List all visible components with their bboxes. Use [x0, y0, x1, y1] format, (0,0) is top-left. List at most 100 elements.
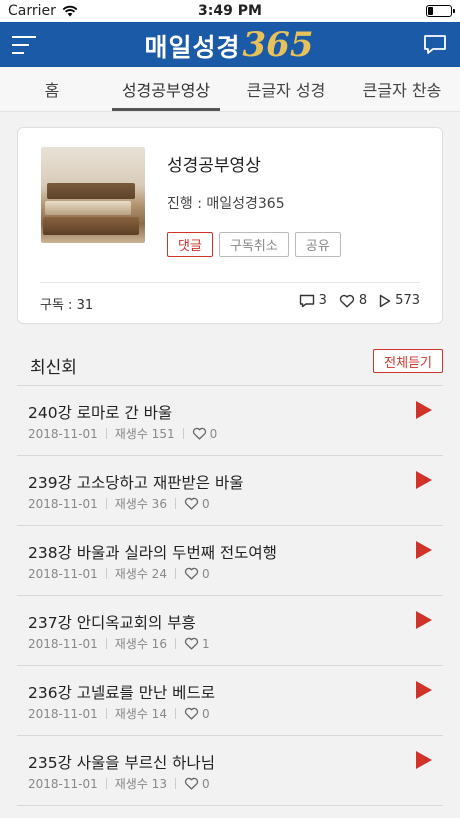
episode-likes: 0: [192, 426, 218, 441]
episode-row[interactable]: 236강 고넬료를 만난 베드로 2018-11-01 재생수 14 0: [17, 666, 443, 736]
episode-title: 239강 고소당하고 재판받은 바울: [28, 474, 244, 492]
episode-plays: 재생수 16: [114, 637, 167, 651]
episode-plays: 재생수 13: [114, 777, 167, 791]
tab-home[interactable]: 홈: [0, 67, 104, 111]
meta-divider: [174, 568, 176, 579]
heart-icon: [184, 707, 199, 720]
comment-icon: [299, 294, 314, 307]
play-icon[interactable]: [415, 750, 433, 770]
meta-divider: [174, 638, 176, 649]
meta-divider: [105, 498, 107, 509]
episode-likes: 0: [184, 497, 210, 511]
meta-divider: [105, 708, 107, 719]
episode-date: 2018-11-01: [28, 706, 98, 721]
heart-icon: [184, 777, 199, 790]
episode-title: 235강 사울을 부르신 하나님: [28, 754, 215, 772]
episode-plays: 재생수 24: [114, 567, 167, 581]
play-icon[interactable]: [415, 400, 433, 420]
category-tabs: 홈 성경공부영상 큰글자 성경 큰글자 찬송: [0, 67, 460, 112]
tab-large-print-bible[interactable]: 큰글자 성경: [228, 67, 344, 111]
episode-plays: 재생수 36: [114, 497, 167, 511]
episode-like-count: 0: [201, 706, 210, 721]
play-stat: 573: [379, 293, 420, 308]
tab-large-print-hymn[interactable]: 큰글자 찬송: [344, 67, 460, 111]
episode-meta: 2018-11-01 재생수 16 1: [28, 635, 210, 652]
episode-row[interactable]: 240강 로마로 간 바울 2018-11-01 재생수 151 0: [17, 386, 443, 456]
episode-date: 2018-11-01: [28, 636, 98, 651]
episode-title: 237강 안디옥교회의 부흥: [28, 614, 196, 632]
logo-text: 매일성경: [144, 32, 241, 62]
episode-date: 2018-11-01: [28, 776, 98, 791]
episode-title: 238강 바울과 실라의 두번째 전도여행: [28, 544, 277, 562]
latest-section-title: 최신회: [30, 358, 77, 378]
subscriber-count: 구독 : 31: [40, 298, 94, 313]
episode-meta: 2018-11-01 재생수 36 0: [28, 495, 210, 512]
meta-divider: [105, 428, 107, 439]
episode-meta: 2018-11-01 재생수 14 0: [28, 705, 210, 722]
play-icon[interactable]: [415, 540, 433, 560]
episode-like-count: 0: [201, 566, 210, 581]
heart-icon: [184, 637, 199, 650]
episode-likes: 0: [184, 707, 210, 721]
meta-divider: [174, 778, 176, 789]
card-divider: [40, 282, 420, 283]
wifi-icon: [62, 5, 78, 17]
heart-icon: [184, 567, 199, 580]
status-bar: Carrier 3:49 PM: [0, 0, 460, 22]
meta-divider: [174, 498, 176, 509]
logo-number: 365: [242, 24, 314, 65]
episode-meta: 2018-11-01 재생수 151 0: [28, 425, 217, 442]
like-stat: 8: [339, 293, 367, 308]
episode-title: 236강 고넬료를 만난 베드로: [28, 684, 215, 702]
channel-stats: 3 8 573: [299, 293, 420, 308]
like-count: 8: [358, 293, 368, 308]
meta-divider: [105, 568, 107, 579]
tab-home-label: 홈: [44, 81, 60, 100]
app-logo[interactable]: 매일성경 365: [145, 25, 314, 65]
status-left: Carrier: [8, 3, 78, 19]
battery-level: [428, 7, 433, 15]
episode-row[interactable]: 239강 고소당하고 재판받은 바울 2018-11-01 재생수 36 0: [17, 456, 443, 526]
meta-divider: [105, 778, 107, 789]
battery-icon: [426, 5, 455, 17]
play-icon[interactable]: [415, 680, 433, 700]
share-button[interactable]: 공유: [294, 232, 341, 257]
episode-plays: 재생수 14: [114, 707, 167, 721]
play-icon[interactable]: [415, 610, 433, 630]
episode-title: 240강 로마로 간 바울: [28, 404, 173, 422]
play-all-button[interactable]: 전체듣기: [373, 349, 443, 373]
tab-bible-study-video-label: 성경공부영상: [121, 81, 211, 100]
episode-like-count: 0: [209, 426, 218, 441]
play-outline-icon: [379, 294, 391, 307]
tab-bible-study-video[interactable]: 성경공부영상: [104, 67, 228, 111]
episode-row[interactable]: 237강 안디옥교회의 부흥 2018-11-01 재생수 16 1: [17, 596, 443, 666]
tab-large-print-bible-label: 큰글자 성경: [246, 81, 326, 100]
channel-actions: 댓글 구독취소 공유: [167, 232, 341, 257]
episode-plays: 재생수 151: [114, 427, 175, 441]
episode-likes: 0: [184, 567, 210, 581]
episode-meta: 2018-11-01 재생수 13 0: [28, 775, 210, 792]
chat-bubble-icon[interactable]: [422, 33, 448, 57]
episode-like-count: 0: [201, 496, 210, 511]
carrier-label: Carrier: [8, 3, 56, 19]
app-header: 매일성경 365: [0, 22, 460, 67]
comment-stat: 3: [299, 293, 327, 308]
episode-list: 240강 로마로 간 바울 2018-11-01 재생수 151 0 239강 고소당하…: [17, 386, 443, 806]
comment-button[interactable]: 댓글: [167, 232, 213, 257]
episode-row[interactable]: 235강 사울을 부르신 하나님 2018-11-01 재생수 13 0: [17, 736, 443, 806]
episode-date: 2018-11-01: [28, 496, 98, 511]
episode-likes: 0: [184, 777, 210, 791]
comment-count: 3: [318, 293, 327, 308]
tab-large-print-hymn-label: 큰글자 찬송: [362, 81, 442, 100]
play-icon[interactable]: [415, 470, 433, 490]
episode-date: 2018-11-01: [28, 566, 98, 581]
episode-row[interactable]: 238강 바울과 실라의 두번째 전도여행 2018-11-01 재생수 24 0: [17, 526, 443, 596]
channel-title: 성경공부영상: [167, 156, 261, 176]
unsubscribe-button[interactable]: 구독취소: [218, 232, 289, 257]
play-count: 573: [395, 293, 420, 308]
episode-meta: 2018-11-01 재생수 24 0: [28, 565, 210, 582]
episode-like-count: 1: [201, 636, 210, 651]
meta-divider: [182, 428, 184, 439]
meta-divider: [174, 708, 176, 719]
hamburger-menu-icon[interactable]: [12, 35, 36, 54]
